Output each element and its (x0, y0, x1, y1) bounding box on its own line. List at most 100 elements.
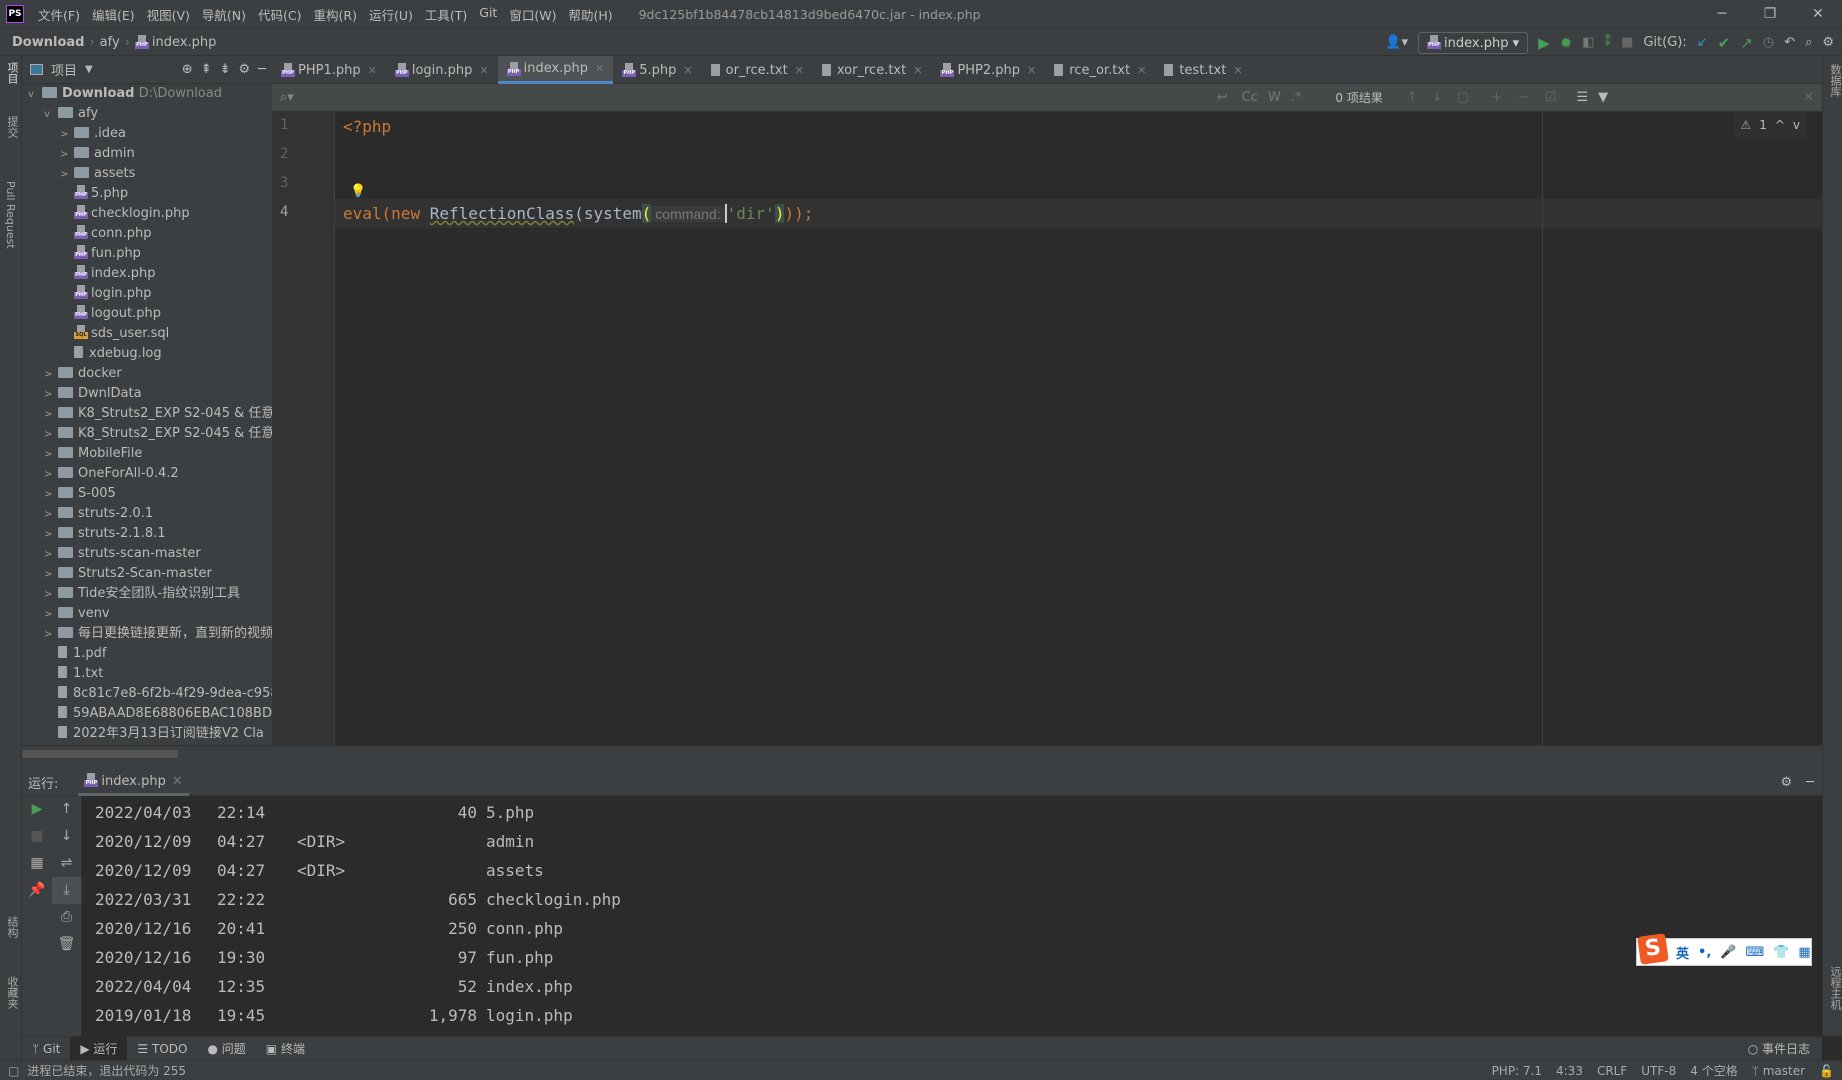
chevron-right-icon[interactable]: > (44, 465, 58, 485)
keyboard-icon[interactable]: ⌨ (1745, 945, 1764, 960)
chevron-right-icon[interactable]: > (60, 165, 74, 185)
close-tab-icon[interactable]: ✕ (479, 64, 488, 77)
history-icon[interactable]: ◷ (1763, 35, 1774, 50)
tree-item[interactable]: > struts-2.0.1 (22, 504, 272, 524)
menu-item[interactable]: 文件(F) (32, 5, 86, 24)
structure-tool-button[interactable]: 结构 (4, 916, 20, 938)
tree-item[interactable]: > K8_Struts2_EXP S2-045 & 任意文件 (22, 404, 272, 424)
close-tab-icon[interactable]: ✕ (1027, 64, 1036, 77)
editor-tab[interactable]: rce_or.txt ✕ (1045, 56, 1155, 84)
tree-item[interactable]: logout.php (22, 304, 272, 324)
tree-item[interactable]: > Struts2-Scan-master (22, 564, 272, 584)
php-version[interactable]: PHP: 7.1 (1492, 1064, 1542, 1078)
restore-button[interactable]: ❐ (1746, 0, 1794, 29)
tree-item[interactable]: > struts-scan-master (22, 544, 272, 564)
git-branch[interactable]: ᛘ master (1752, 1064, 1805, 1078)
run-config-select[interactable]: index.php ▾ (1418, 31, 1529, 54)
close-tab-icon[interactable]: ✕ (595, 62, 604, 75)
menu-item[interactable]: 视图(V) (141, 5, 196, 24)
collapse-all-icon[interactable]: ⇟ (220, 62, 231, 77)
debug-icon[interactable]: ✹ (1560, 34, 1573, 52)
close-tab-icon[interactable]: ✕ (1233, 64, 1242, 77)
editor-tab[interactable]: index.php ✕ (497, 56, 614, 84)
chevron-right-icon[interactable]: > (44, 485, 58, 505)
print-icon[interactable]: ⎙ (52, 904, 81, 931)
rerun-icon[interactable]: ▶ (22, 796, 52, 823)
git-commit-icon[interactable]: ✔ (1718, 34, 1731, 52)
close-find-icon[interactable]: ✕ (1803, 90, 1814, 105)
tree-item[interactable]: > 每日更换链接更新，直到新的视频播 (22, 624, 272, 644)
menu-item[interactable]: 重构(R) (308, 5, 363, 24)
filter-icon[interactable]: ▼ (1598, 90, 1608, 105)
file-encoding[interactable]: UTF-8 (1641, 1064, 1676, 1078)
newline-icon[interactable]: ↩ (1217, 90, 1228, 105)
chevron-right-icon[interactable]: > (44, 385, 58, 405)
menu-item[interactable]: 导航(N) (196, 5, 252, 24)
breadcrumb-index[interactable]: index.php (152, 35, 216, 50)
chevron-right-icon[interactable]: > (44, 505, 58, 525)
search-icon[interactable]: ⌕ (1805, 35, 1812, 50)
tree-item[interactable]: sds_user.sql (22, 324, 272, 344)
tree-item[interactable]: > venv (22, 604, 272, 624)
tree-item[interactable]: > S-005 (22, 484, 272, 504)
tree-item[interactable]: fun.php (22, 244, 272, 264)
chevron-right-icon[interactable]: > (60, 145, 74, 165)
tree-item[interactable]: > Tide安全团队-指纹识别工具 (22, 584, 272, 604)
git-push-icon[interactable]: ↗ (1740, 34, 1753, 52)
close-tab-icon[interactable]: ✕ (368, 64, 377, 77)
run-settings-icon[interactable]: ⚙ (1781, 775, 1793, 790)
tree-item[interactable]: > K8_Struts2_EXP S2-045 & 任意文件 (22, 424, 272, 444)
favorites-tool-button[interactable]: 收藏夹 (4, 976, 20, 1009)
match-case-toggle[interactable]: Cc (1242, 90, 1258, 105)
regex-toggle[interactable]: .* (1291, 90, 1302, 105)
remove-occurrence-icon[interactable]: − (1518, 90, 1529, 105)
close-tab-icon[interactable]: ✕ (795, 64, 804, 77)
minimize-button[interactable]: ─ (1698, 0, 1746, 29)
chevron-right-icon[interactable]: > (44, 445, 58, 465)
scroll-to-end-icon[interactable]: ⤓ (52, 877, 81, 904)
chevron-right-icon[interactable]: > (44, 605, 58, 625)
pull-request-tool-button[interactable]: Pull Request (4, 181, 17, 249)
database-tool-button[interactable]: 数据库 (1827, 64, 1842, 97)
ime-language[interactable]: 英 (1676, 943, 1689, 962)
hide-run-icon[interactable]: ─ (1806, 775, 1814, 790)
editor-tab[interactable]: or_rce.txt ✕ (702, 56, 813, 84)
tree-item[interactable]: login.php (22, 284, 272, 304)
toolbox-icon[interactable]: ▦ (1798, 945, 1810, 960)
menu-item[interactable]: 运行(U) (363, 5, 419, 24)
pin-icon[interactable]: 📌 (22, 877, 52, 904)
rollback-icon[interactable]: ↶ (1784, 35, 1795, 50)
chevron-right-icon[interactable]: > (44, 565, 58, 585)
git-update-icon[interactable]: ↙ (1697, 35, 1708, 50)
chevron-right-icon[interactable]: > (60, 125, 74, 145)
menu-item[interactable]: Git (473, 5, 503, 24)
soft-wrap-icon[interactable]: ⇌ (52, 850, 81, 877)
close-tab-icon[interactable]: ✕ (683, 64, 692, 77)
up-icon[interactable]: ↑ (52, 796, 81, 823)
filter-options-icon[interactable]: ☰ (1576, 90, 1588, 105)
menu-item[interactable]: 编辑(E) (86, 5, 141, 24)
user-icon[interactable]: 👤▾ (1385, 35, 1408, 50)
line-separator[interactable]: CRLF (1597, 1064, 1627, 1078)
menu-item[interactable]: 工具(T) (419, 5, 473, 24)
editor-tab[interactable]: PHP1.php ✕ (272, 56, 386, 84)
run-console-output[interactable]: 2022/04/03 22:14 40 5.php 2020/12/09 04:27 <DI… (82, 796, 1822, 1036)
editor-tab[interactable]: PHP2.php ✕ (931, 56, 1045, 84)
tree-item[interactable]: checklogin.php (22, 204, 272, 224)
skin-icon[interactable]: 👕 (1773, 945, 1789, 960)
locate-icon[interactable]: ⊕ (182, 62, 193, 77)
menu-item[interactable]: 代码(C) (252, 5, 307, 24)
profile-icon[interactable]: ⁑ (1605, 35, 1612, 50)
chevron-right-icon[interactable]: > (44, 585, 58, 605)
stop-icon[interactable]: ■ (22, 823, 52, 850)
tree-item[interactable]: > admin (22, 144, 272, 164)
tree-item[interactable]: 1.pdf (22, 644, 272, 664)
menu-item[interactable]: 窗口(W) (503, 5, 562, 24)
ime-punctuation[interactable]: •, (1698, 945, 1711, 960)
tree-item[interactable]: > docker (22, 364, 272, 384)
editor-tab[interactable]: login.php ✕ (386, 56, 498, 84)
tree-root[interactable]: v Download D:\Download (22, 84, 272, 104)
layout-icon[interactable]: ▦ (22, 850, 52, 877)
tree-item[interactable]: > DwnlData (22, 384, 272, 404)
menu-item[interactable]: 帮助(H) (562, 5, 618, 24)
